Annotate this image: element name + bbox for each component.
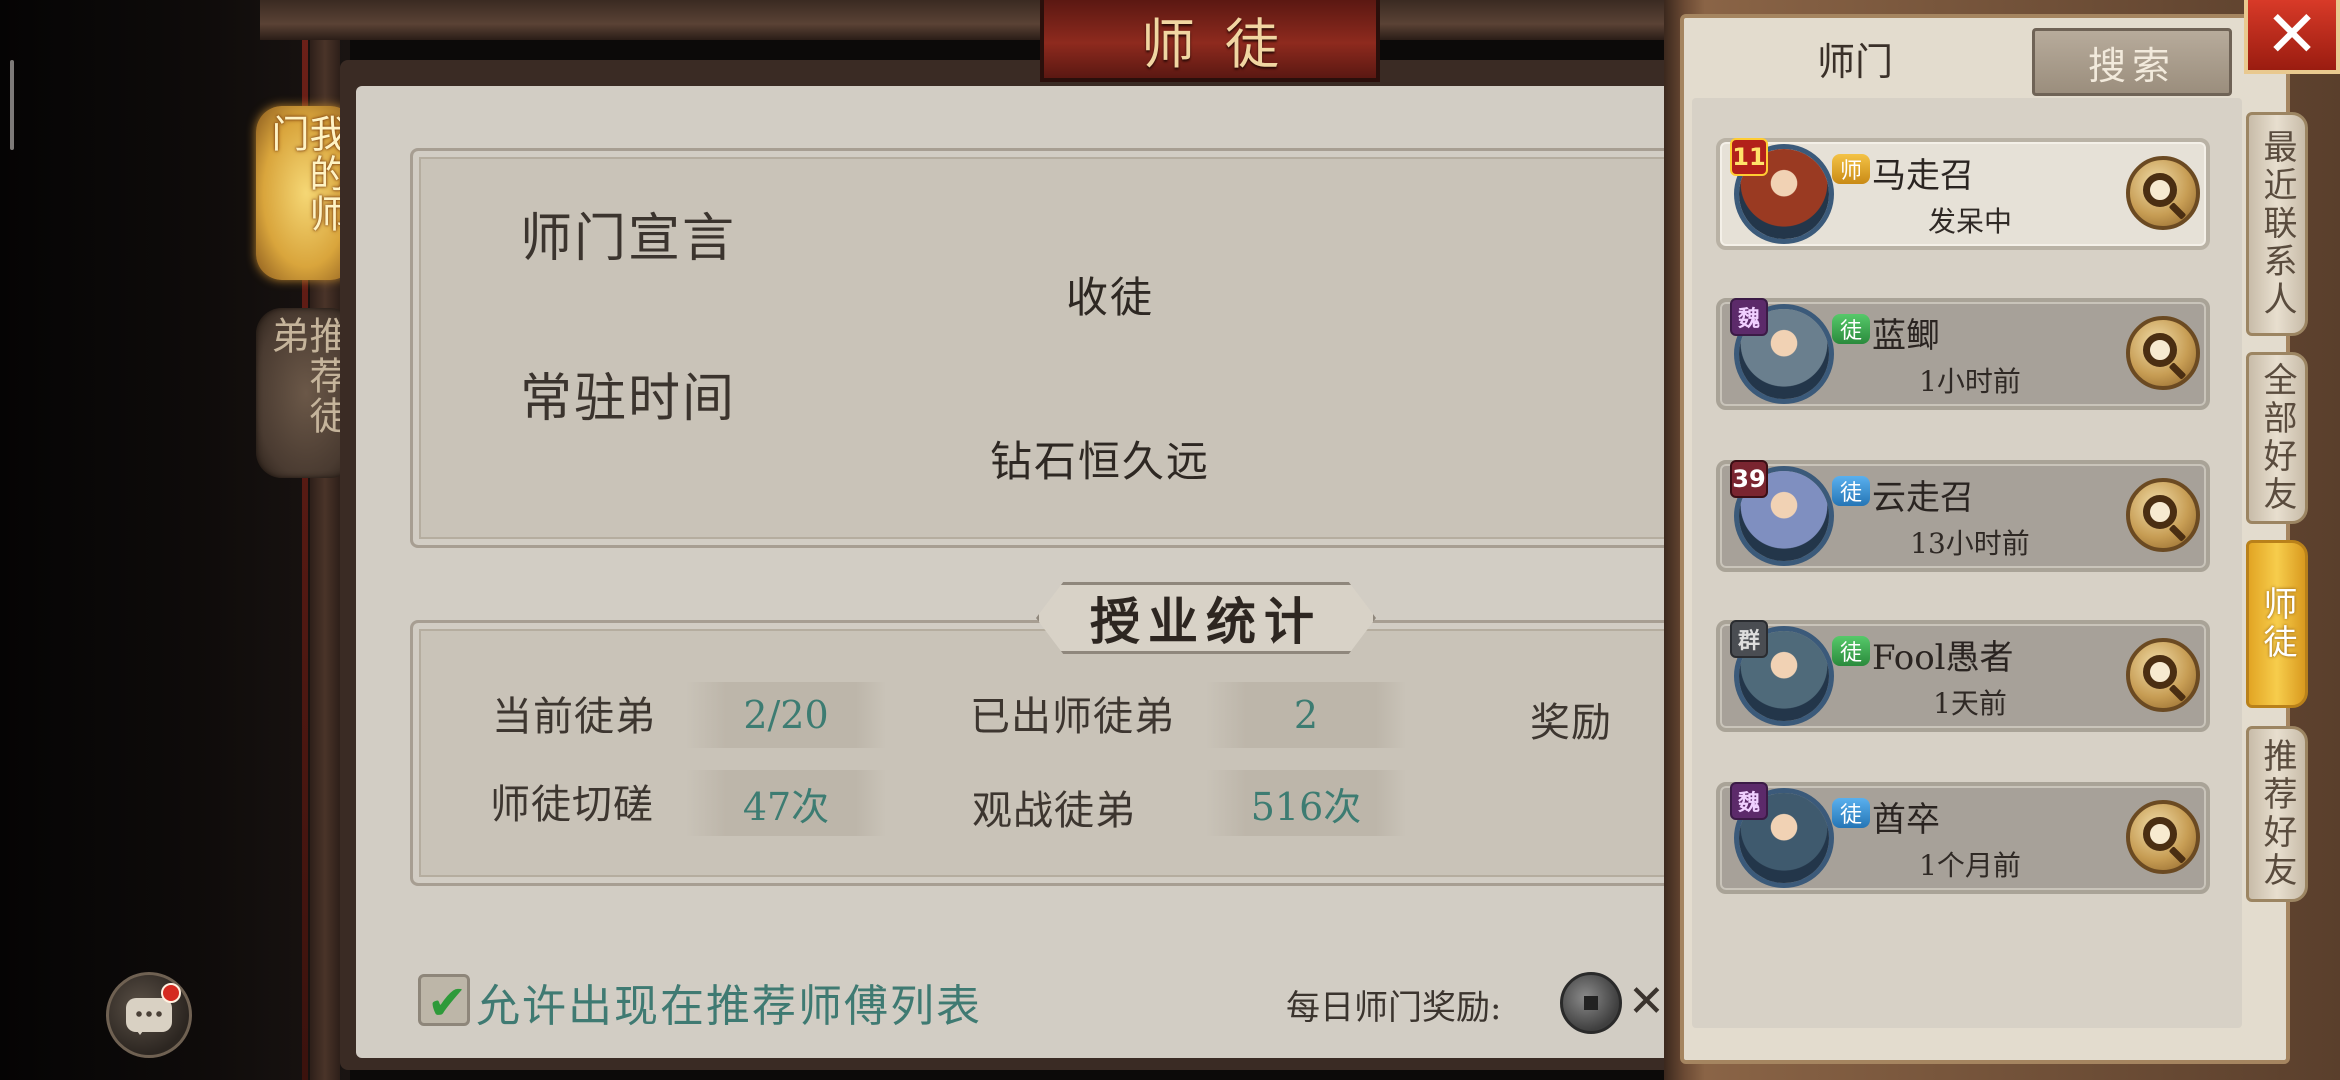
resident-time-heading: 常驻时间 [520, 369, 737, 429]
tab-recent-contacts[interactable]: 最近联系人 [2246, 112, 2308, 336]
player-status: 1个月前 [1919, 849, 2021, 882]
relation-badge: 徒 [1832, 476, 1870, 506]
declaration-heading: 师门宣言 [520, 209, 737, 269]
page-title: 师徒 [1141, 12, 1309, 76]
player-status: 13小时前 [1910, 527, 2030, 560]
resident-time-value: 钻石恒久远 [990, 437, 1211, 486]
player-name: 酋卒 [1872, 800, 1940, 840]
level-badge: 群 [1730, 620, 1768, 658]
sparring-value: 47次 [686, 770, 886, 836]
player-name: 蓝鲫 [1872, 316, 1940, 356]
graduated-label: 已出师徒弟 [970, 694, 1175, 740]
title-banner: 师徒 [1040, 0, 1380, 82]
view-button[interactable] [2126, 156, 2200, 230]
stats-box [410, 620, 1700, 886]
level-badge: 魏 [1730, 298, 1768, 336]
scroll-indicator [10, 60, 14, 150]
contact-card[interactable]: 11 师马走召发呆中 [1716, 138, 2210, 250]
chat-icon [126, 998, 172, 1035]
tab-all-friends[interactable]: 全部好友 [2246, 352, 2308, 524]
magnifier-icon [2143, 333, 2177, 367]
magnifier-icon [2143, 173, 2177, 207]
reward-label: 奖励 [1530, 700, 1612, 746]
graduated-value: 2 [1206, 682, 1406, 748]
magnifier-icon [2143, 495, 2177, 529]
declaration-value: 收徒 [1066, 273, 1155, 322]
contact-card[interactable]: 39 徒云走召 13小时前 [1716, 460, 2210, 572]
notification-dot [161, 983, 181, 1003]
watch-label: 观战徒弟 [972, 788, 1136, 834]
level-badge: 39 [1730, 460, 1768, 498]
player-status: 1小时前 [1919, 365, 2021, 398]
multiplier-sign: ✕ [1628, 976, 1665, 1027]
top-beam [260, 0, 1680, 40]
player-status: 发呆中 [1927, 205, 2012, 238]
magnifier-icon [2143, 655, 2177, 689]
view-button[interactable] [2126, 800, 2200, 874]
coin-icon [1560, 972, 1622, 1034]
stats-banner-label: 授业统计 [1090, 592, 1322, 651]
close-button[interactable]: ✕ [2244, 0, 2340, 74]
player-status: 1天前 [1933, 687, 2007, 720]
relation-badge: 徒 [1832, 798, 1870, 828]
tab-master[interactable]: 师门 [1780, 28, 1930, 88]
contact-card[interactable]: 魏 徒酋卒 1个月前 [1716, 782, 2210, 894]
watch-value: 516次 [1206, 770, 1406, 836]
close-icon: ✕ [2265, 0, 2319, 72]
player-name: Fool愚者 [1872, 638, 2014, 678]
contact-card[interactable]: 群 徒 Fool愚者 1天前 [1716, 620, 2210, 732]
tab-master-disciple[interactable]: 师徒 [2246, 540, 2308, 708]
daily-reward-label: 每日师门奖励: [1286, 988, 1502, 1028]
check-icon: ✔ [427, 975, 468, 1031]
relation-badge: 师 [1832, 154, 1870, 184]
relation-badge: 徒 [1832, 636, 1870, 666]
tab-recommend-friends[interactable]: 推荐好友 [2246, 726, 2308, 902]
search-button[interactable]: 搜索 [2032, 28, 2232, 96]
contact-card[interactable]: 魏 徒蓝鲫 1小时前 [1716, 298, 2210, 410]
level-badge: 魏 [1730, 782, 1768, 820]
player-name: 马走召 [1872, 156, 1974, 196]
stats-banner: 授业统计 [1036, 582, 1376, 654]
player-name: 云走召 [1872, 478, 1974, 518]
magnifier-icon [2143, 817, 2177, 851]
level-badge: 11 [1730, 138, 1768, 176]
current-disciples-label: 当前徒弟 [492, 694, 656, 740]
allow-recommend-label[interactable]: 允许出现在推荐师傅列表 [476, 970, 982, 1034]
view-button[interactable] [2126, 478, 2200, 552]
current-disciples-value: 2/20 [686, 682, 886, 748]
relation-badge: 徒 [1832, 314, 1870, 344]
view-button[interactable] [2126, 316, 2200, 390]
sparring-label: 师徒切磋 [490, 782, 654, 828]
chat-button[interactable] [106, 972, 192, 1058]
allow-recommend-checkbox[interactable]: ✔ [418, 974, 470, 1031]
view-button[interactable] [2126, 638, 2200, 712]
